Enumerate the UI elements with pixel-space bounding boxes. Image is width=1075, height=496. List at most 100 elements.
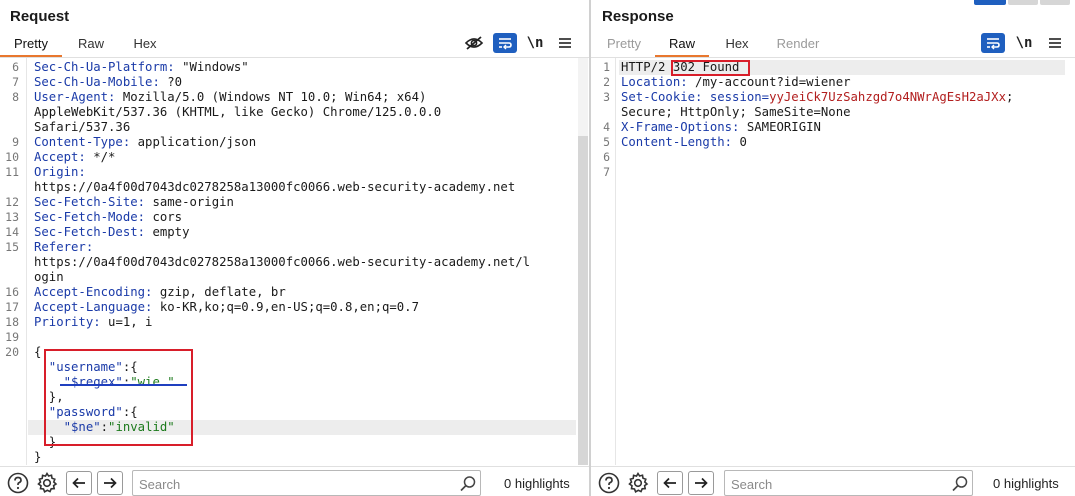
line-number [0,450,19,465]
code-line: Secure; HttpOnly; SameSite=None [621,105,851,120]
line-number [0,270,19,285]
code-token: cors [145,210,183,224]
line-number: 9 [12,135,19,149]
code-token: Safari/537.36 [34,120,131,134]
line-number: 20 [5,345,19,359]
code-line: https://0a4f00d7043dc0278258a13000fc0066… [34,180,515,195]
line-number: 7 [12,75,19,89]
line-number [0,105,19,120]
code-token: Sec-Fetch-Dest: [34,225,146,239]
help-icon[interactable] [597,471,621,495]
line-number [0,405,19,420]
wrap-lines-icon[interactable] [981,33,1005,53]
code-token: 0 [732,135,747,149]
previous-arrow-button[interactable] [66,471,92,495]
layout-toggle[interactable] [1008,0,1038,5]
tab-pretty[interactable]: Pretty [597,35,651,57]
code-line: ogin [34,270,64,285]
tab-pretty[interactable]: Pretty [0,35,62,57]
code-token: AppleWebKit/537.36 (KHTML, like Gecko) C… [34,105,442,119]
line-number [0,360,19,375]
line-number: 10 [5,150,19,164]
code-line: Set-Cookie: session=yyJeiCk7UzSahzgd7o4N… [621,90,1013,105]
next-arrow-button[interactable] [97,471,123,495]
code-line: Priority: u=1, i [34,315,152,330]
code-token: ?0 [159,75,183,89]
code-token: Content-Type: [34,135,131,149]
code-token: Location: [621,75,688,89]
code-token: Accept: [34,150,86,164]
code-token: Mozilla/5.0 (Windows NT 10.0; Win64; x64… [115,90,427,104]
code-token: Accept-Encoding: [34,285,153,299]
line-number: 7 [603,165,610,179]
code-token: session= [702,90,770,104]
line-number [0,390,19,405]
line-number [0,420,19,435]
code-token: X-Frame-Options: [621,120,740,134]
line-number: 1 [603,60,610,74]
code-line: Content-Length: 0 [621,135,747,150]
code-line: Sec-Fetch-Site: same-origin [34,195,234,210]
line-number: 4 [603,120,610,134]
eye-slash-icon[interactable] [462,33,486,53]
line-number: 6 [603,150,610,164]
line-number [0,375,19,390]
menu-icon[interactable] [1043,33,1067,53]
line-number [0,435,19,450]
status-highlight-box [671,60,750,76]
newline-icon[interactable]: \n [523,33,547,53]
request-pane: Request Pretty Raw Hex \n 6 Sec-Ch-Ua-Pla… [0,0,589,496]
tab-hex[interactable]: Hex [713,35,761,57]
response-search-input[interactable] [731,475,941,493]
search-icon[interactable] [459,475,477,493]
line-number: 18 [5,315,19,329]
code-token: https://0a4f00d7043dc0278258a13000fc0066… [34,255,531,269]
response-editor[interactable]: 1 HTTP/2 302 Found 2 Location: /my-account?… [591,58,1075,465]
request-bottom-bar: 0 highlights [0,466,589,496]
layout-toggle-active[interactable] [974,0,1006,5]
newline-icon[interactable]: \n [1012,33,1036,53]
help-icon[interactable] [6,471,30,495]
code-line: Origin: [34,165,86,180]
line-number: 8 [12,90,19,104]
code-line: https://0a4f00d7043dc0278258a13000fc0066… [34,255,530,270]
code-token: Secure; HttpOnly; SameSite=None [621,105,851,119]
json-body-highlight-box [44,349,193,446]
next-arrow-button[interactable] [688,471,714,495]
code-line: Content-Type: application/json [34,135,256,150]
settings-gear-icon[interactable] [626,471,650,495]
request-scrollbar-thumb[interactable] [578,136,588,465]
line-number: 14 [5,225,19,239]
line-number [591,105,610,120]
request-title: Request [10,8,70,25]
code-line: Accept: */* [34,150,115,165]
search-icon[interactable] [951,475,969,493]
code-line: AppleWebKit/537.36 (KHTML, like Gecko) C… [34,105,441,120]
code-line: X-Frame-Options: SAMEORIGIN [621,120,821,135]
code-token: SAMEORIGIN [739,120,821,134]
request-scrollbar[interactable] [578,58,588,465]
code-token: Sec-Fetch-Site: [34,195,146,209]
tab-raw[interactable]: Raw [62,35,120,57]
line-number [0,255,19,270]
code-token: gzip, deflate, br [152,285,286,299]
request-highlights-count: 0 highlights [504,476,570,491]
line-number: 3 [603,90,610,104]
tab-render[interactable]: Render [767,35,829,57]
code-line: User-Agent: Mozilla/5.0 (Windows NT 10.0… [34,90,426,105]
settings-gear-icon[interactable] [35,471,59,495]
code-token: Origin: [34,165,86,179]
code-line: } [34,450,41,465]
code-line: Sec-Ch-Ua-Platform: "Windows" [34,60,249,75]
layout-toggle-2[interactable] [1040,0,1070,5]
tab-raw[interactable]: Raw [655,35,709,57]
request-search-input[interactable] [139,475,449,493]
line-number: 17 [5,300,19,314]
code-token: Accept-Language: [34,300,153,314]
previous-arrow-button[interactable] [657,471,683,495]
tab-hex[interactable]: Hex [120,35,170,57]
menu-icon[interactable] [553,33,577,53]
code-token: Sec-Ch-Ua-Mobile: [34,75,160,89]
code-token: Sec-Fetch-Mode: [34,210,146,224]
wrap-lines-icon[interactable] [493,33,517,53]
